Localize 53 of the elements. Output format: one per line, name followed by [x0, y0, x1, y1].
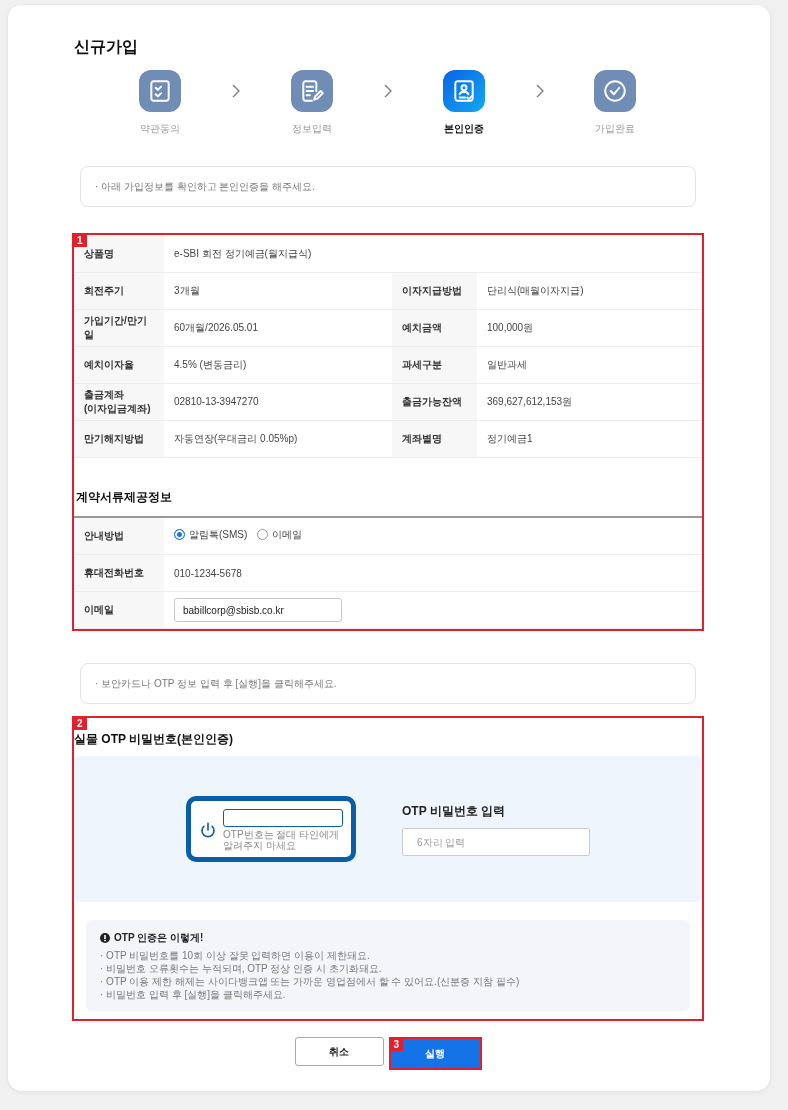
cancel-button[interactable]: 취소 [294, 1037, 384, 1067]
radio-option[interactable]: 알림톡(SMS) [174, 527, 248, 543]
field-label: 계좌별명 [392, 420, 477, 458]
otp-input-field[interactable]: 6자리 입력 [402, 828, 590, 857]
guide-title: OTP 인증은 이렇게! [114, 931, 204, 946]
field-label: 예치금액 [392, 309, 477, 347]
field-value: e-SBI 회전 정기예금(월지급식) [164, 235, 702, 273]
email-field[interactable]: babillcorp@sbisb.co.kr [174, 598, 342, 623]
chevron-icon [383, 84, 392, 99]
field-label: 가입기간/만기일 [74, 309, 164, 347]
notice-box: · 보안카드나 OTP 정보 입력 후 [실행]을 클릭해주세요. [80, 663, 696, 705]
field-value: 정기예금1 [477, 420, 702, 458]
field-label: 과세구분 [392, 346, 477, 384]
radio-label: 이메일 [272, 528, 303, 543]
number-badge: 1 [73, 234, 87, 248]
step-label: 약관동의 [140, 122, 181, 137]
input-label: OTP 비밀번호 입력 [402, 803, 507, 821]
field-value: 100,000원 [477, 309, 702, 347]
number-badge: 2 [73, 717, 87, 731]
step-label: 정보입력 [292, 122, 333, 137]
field-label: 휴대전화번호 [74, 554, 164, 592]
page-title: 신규가입 [74, 37, 139, 57]
radio-button[interactable] [257, 529, 269, 541]
guide-item: · 비밀번호 입력 후 [실행]을 클릭해주세요. [100, 988, 287, 1002]
guide-item: · OTP 비밀번호를 10회 이상 잘못 입력하면 이용이 제한돼요. [100, 949, 371, 963]
radio-button[interactable] [174, 529, 185, 541]
field-value: 010-1234-5678 [164, 554, 702, 592]
number-badge: 3 [389, 1038, 404, 1052]
section-title: 계약서류제공정보 [74, 457, 702, 518]
guide-item: · 비밀번호 오류횟수는 누적되며, OTP 정상 인증 시 초기화돼요. [100, 962, 383, 976]
info-icon [100, 932, 110, 943]
field-label: 이자지급방법 [392, 272, 477, 310]
power-icon [199, 821, 217, 840]
field-value: 단리식(매월이자지급) [477, 272, 702, 310]
field-label: 회전주기 [74, 272, 164, 310]
field-label: 안내방법 [74, 517, 164, 555]
notice-box: · 아래 가입정보를 확인하고 본인인증을 해주세요. [80, 166, 696, 208]
chevron-icon [232, 84, 241, 99]
chevron-icon [535, 84, 544, 99]
step-label: 가입완료 [595, 122, 636, 137]
field-value: 일반과세 [477, 346, 702, 384]
field-value: 369,627,612,153원 [477, 383, 702, 421]
field-label: 이메일 [74, 591, 164, 629]
section-title: 실물 OTP 비밀번호(본인인증) [74, 731, 235, 749]
radio-label: 알림톡(SMS) [189, 528, 248, 543]
field-label: 출금계좌 (이자입금계좌) [74, 383, 164, 421]
guide-item: · OTP 이용 제한 해제는 사이다뱅크앱 또는 가까운 영업점에서 할 수 있어요.(신분증 지참 필수) [100, 975, 521, 989]
field-label: 출금가능잔액 [392, 383, 477, 421]
device-note: OTP번호는 절대 타인에게 알려주지 마세요 [223, 829, 341, 852]
field-label: 만기해지방법 [74, 420, 164, 458]
step-label: 본인인증 [443, 122, 484, 137]
radio-option[interactable]: 이메일 [257, 527, 303, 543]
field-label: 예치이자율 [74, 346, 164, 384]
